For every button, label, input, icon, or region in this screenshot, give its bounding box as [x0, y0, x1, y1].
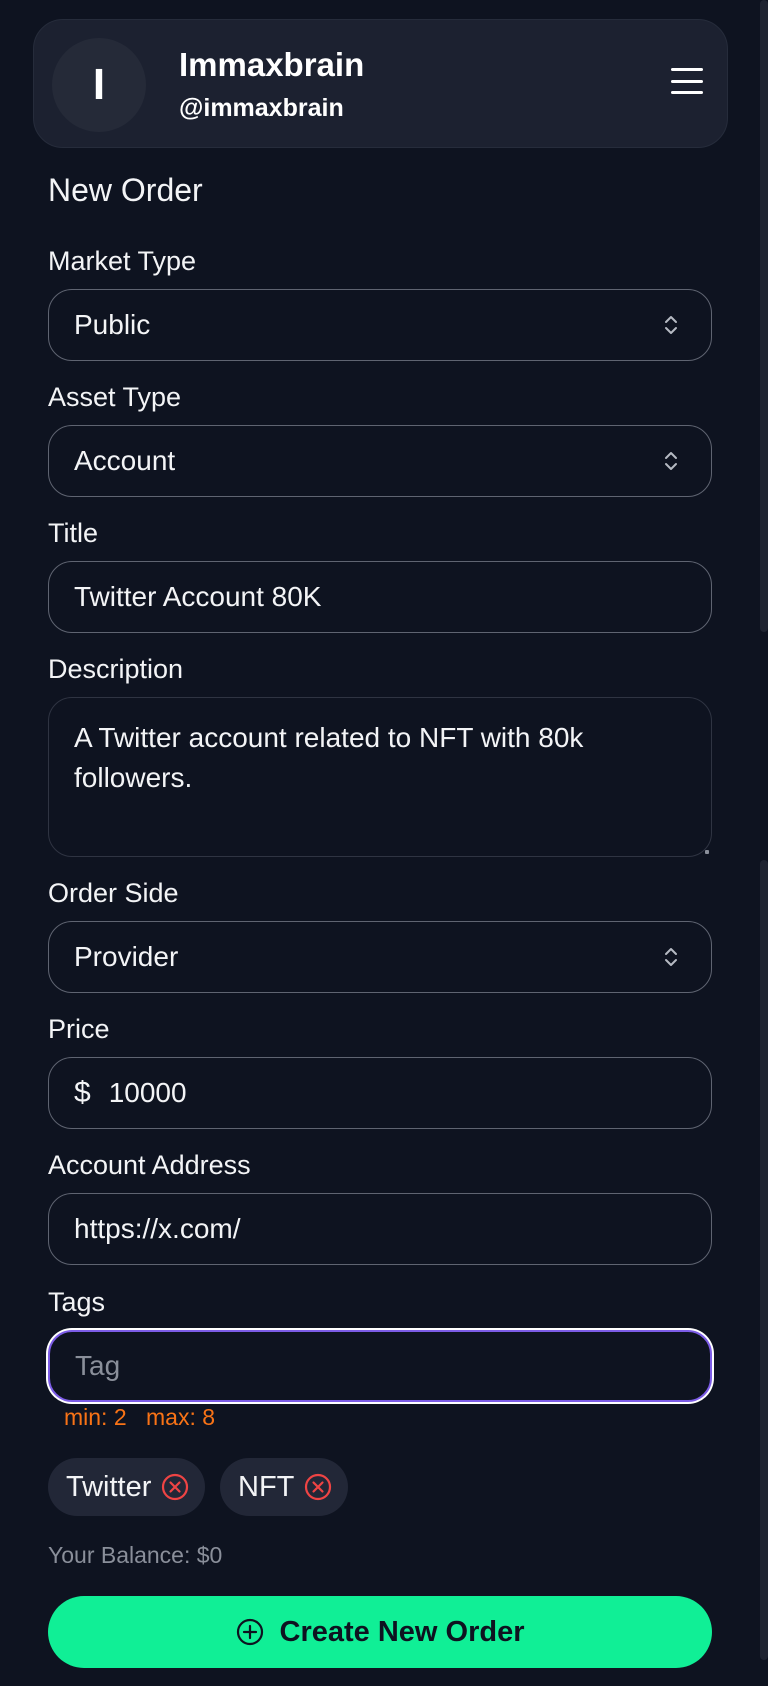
price-input[interactable]: $ 10000: [48, 1057, 712, 1129]
asset-type-value: Account: [74, 445, 176, 476]
avatar-initial: I: [92, 60, 106, 109]
tag-chip-label: NFT: [238, 1470, 295, 1503]
market-type-label: Market Type: [48, 246, 197, 276]
title-input[interactable]: Twitter Account 80K: [48, 561, 712, 633]
avatar[interactable]: I: [52, 38, 146, 132]
price-label: Price: [48, 1014, 110, 1044]
tags-min-hint: min: 2: [64, 1404, 127, 1430]
user-name: Immaxbrain: [179, 46, 365, 83]
user-handle: @immaxbrain: [179, 94, 344, 122]
asset-type-select[interactable]: Account: [48, 425, 712, 497]
title-label: Title: [48, 518, 99, 548]
account-address-value: https://x.com/: [74, 1213, 241, 1244]
order-side-select[interactable]: Provider: [48, 921, 712, 993]
order-side-label: Order Side: [48, 878, 179, 908]
profile-header: I Immaxbrain @immaxbrain: [33, 19, 728, 148]
select-chevron-icon: [665, 948, 677, 966]
tag-chip-label: Twitter: [66, 1470, 152, 1503]
plus-circle-icon: [236, 1618, 263, 1646]
market-type-value: Public: [74, 309, 151, 340]
hamburger-menu-icon[interactable]: [671, 68, 703, 94]
description-textarea[interactable]: A Twitter account related to NFT with 80…: [48, 697, 712, 857]
tag-chip-twitter: Twitter: [48, 1458, 206, 1516]
scrollbar-track[interactable]: [760, 860, 768, 1660]
tags-label: Tags: [48, 1287, 106, 1317]
select-chevron-icon: [665, 452, 677, 470]
remove-tag-icon[interactable]: [304, 1473, 332, 1501]
scrollbar-track-top[interactable]: [760, 0, 768, 632]
title-input-value: Twitter Account 80K: [74, 581, 322, 612]
order-side-value: Provider: [74, 941, 179, 972]
account-address-input[interactable]: https://x.com/: [48, 1193, 712, 1265]
tags-max-hint: max: 8: [146, 1404, 216, 1430]
select-chevron-icon: [665, 316, 677, 334]
dollar-icon: $: [74, 1076, 91, 1109]
textarea-resize-handle[interactable]: [705, 850, 709, 854]
description-label: Description: [48, 654, 184, 684]
market-type-select[interactable]: Public: [48, 289, 712, 361]
balance-text: Your Balance: $0: [48, 1542, 223, 1568]
price-value: 10000: [108, 1077, 187, 1108]
tag-input-field[interactable]: [48, 1330, 712, 1402]
description-value: A Twitter account related to NFT with 80…: [74, 722, 584, 793]
create-new-order-label: Create New Order: [279, 1615, 525, 1648]
create-new-order-button[interactable]: Create New Order: [48, 1596, 712, 1668]
tag-chip-nft: NFT: [220, 1458, 349, 1516]
tag-input[interactable]: [75, 1350, 710, 1382]
asset-type-label: Asset Type: [48, 382, 182, 412]
remove-tag-icon[interactable]: [161, 1473, 189, 1501]
page-title: New Order: [48, 172, 203, 208]
account-address-label: Account Address: [48, 1150, 251, 1180]
